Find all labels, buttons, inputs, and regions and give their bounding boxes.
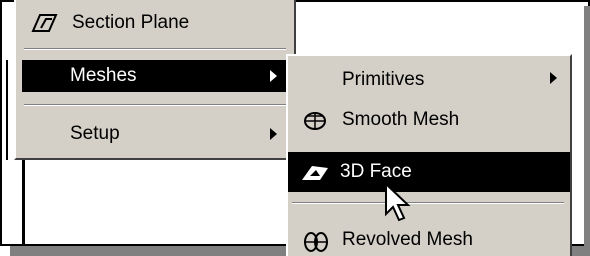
submenu-item-label: Primitives: [342, 69, 425, 90]
smooth-mesh-icon: [304, 112, 326, 130]
menu-separator: [24, 104, 286, 106]
submenu-item-3d-face[interactable]: 3D Face: [288, 152, 570, 192]
menu-separator: [24, 48, 286, 50]
mouse-pointer-icon: [385, 182, 411, 222]
submenu-item-label: Smooth Mesh: [342, 109, 460, 130]
submenu-arrow-icon: [270, 70, 277, 82]
menu-separator: [292, 202, 564, 204]
window-shadow-right: [584, 6, 590, 256]
window-edge: [6, 60, 8, 160]
window-edge: [22, 160, 25, 246]
submenu-item-label: Revolved Mesh: [342, 229, 473, 250]
revolved-mesh-icon: [304, 232, 328, 252]
submenu-item-smooth-mesh[interactable]: Smooth Mesh: [290, 104, 568, 136]
submenu-item-primitives[interactable]: Primitives: [290, 64, 568, 96]
submenu-item-label: 3D Face: [340, 161, 412, 182]
menu-item-label: Section Plane: [72, 12, 190, 33]
dropdown-menu: Section Plane Meshes Setup: [14, 0, 296, 160]
menu-item-section-plane[interactable]: Section Plane: [24, 8, 292, 38]
menu-item-label: Meshes: [70, 65, 137, 86]
menu-item-setup[interactable]: Setup: [22, 118, 292, 150]
3d-face-icon: [302, 166, 328, 180]
meshes-submenu: Primitives Smooth Mesh 3D Face Revolved …: [286, 54, 572, 256]
section-plane-icon: [31, 14, 58, 32]
menu-item-label: Setup: [70, 123, 120, 144]
submenu-arrow-icon: [550, 72, 557, 84]
menu-item-meshes[interactable]: Meshes: [22, 60, 292, 92]
submenu-arrow-icon: [270, 128, 277, 140]
submenu-item-revolved-mesh[interactable]: Revolved Mesh: [290, 224, 568, 256]
